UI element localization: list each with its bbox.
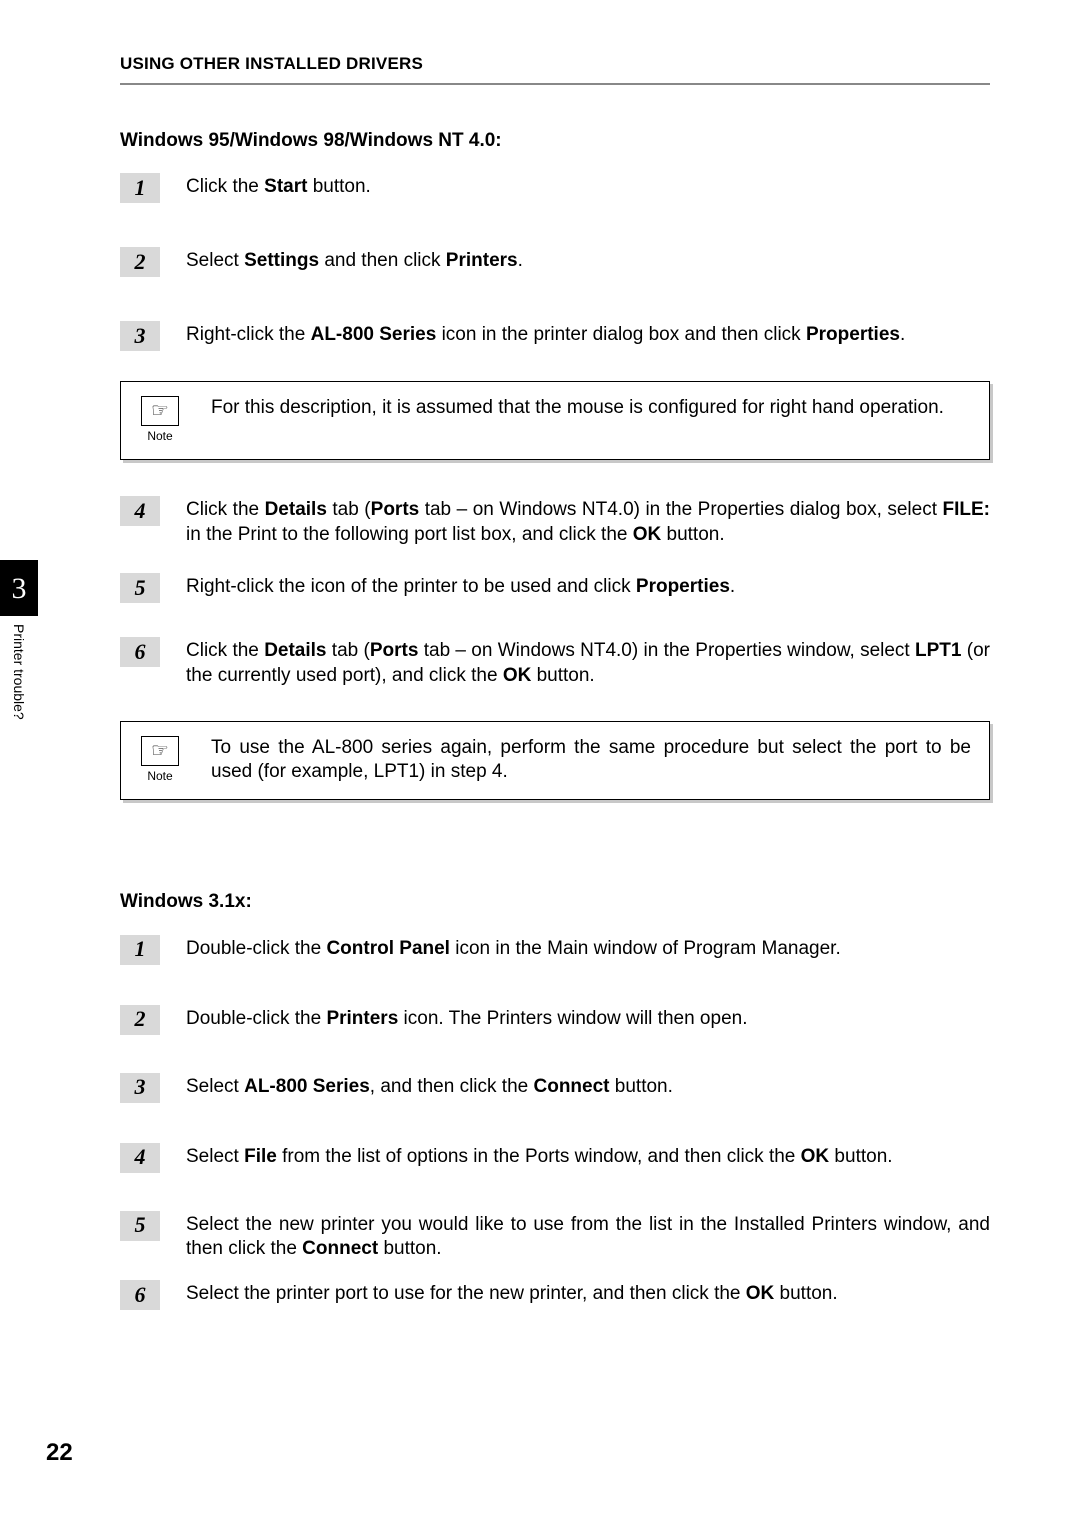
note-icon-column: ☞ Note — [135, 396, 185, 445]
step-row: 2 Double-click the Printers icon. The Pri… — [120, 1005, 990, 1035]
step-number: 1 — [120, 173, 160, 203]
note-box-reuse: ☞ Note To use the AL-800 series again, p… — [120, 721, 990, 800]
note-text: For this description, it is assumed that… — [211, 396, 971, 421]
step-number: 5 — [120, 1211, 160, 1241]
step-number: 6 — [120, 1280, 160, 1310]
step-row: 5 Right-click the icon of the printer to … — [120, 573, 990, 603]
step-text: Double-click the Printers icon. The Prin… — [186, 1005, 990, 1032]
step-text: Click the Details tab (Ports tab – on Wi… — [186, 496, 990, 547]
note-box-mouse: ☞ Note For this description, it is assum… — [120, 381, 990, 460]
step-text: Click the Details tab (Ports tab – on Wi… — [186, 637, 990, 688]
step-text: Select File from the list of options in … — [186, 1143, 990, 1170]
step-number: 4 — [120, 1143, 160, 1173]
note-text: To use the AL-800 series again, perform … — [211, 736, 971, 785]
step-row: 6 Click the Details tab (Ports tab – on W… — [120, 637, 990, 688]
note-icon-column: ☞ Note — [135, 736, 185, 785]
step-row: 2 Select Settings and then click Printers… — [120, 247, 990, 277]
step-row: 6 Select the printer port to use for the … — [120, 1280, 990, 1310]
step-row: 4 Select File from the list of options in… — [120, 1143, 990, 1173]
step-number: 3 — [120, 321, 160, 351]
step-text: Double-click the Control Panel icon in t… — [186, 935, 990, 962]
step-row: 3 Right-click the AL-800 Series icon in t… — [120, 321, 990, 351]
step-number: 6 — [120, 637, 160, 667]
step-row: 5 Select the new printer you would like t… — [120, 1211, 990, 1262]
section-heading-win31x: Windows 3.1x: — [120, 890, 990, 915]
step-text: Select Settings and then click Printers. — [186, 247, 990, 274]
step-text: Right-click the icon of the printer to b… — [186, 573, 990, 600]
step-number: 1 — [120, 935, 160, 965]
note-label: Note — [147, 429, 172, 445]
step-text: Right-click the AL-800 Series icon in th… — [186, 321, 990, 348]
note-icon: ☞ — [141, 396, 179, 426]
step-number: 5 — [120, 573, 160, 603]
page-number: 22 — [46, 1437, 73, 1468]
section-heading-win9x: Windows 95/Windows 98/Windows NT 4.0: — [120, 129, 990, 154]
step-text: Select the new printer you would like to… — [186, 1211, 990, 1262]
step-text: Select the printer port to use for the n… — [186, 1280, 990, 1307]
step-row: 1 Double-click the Control Panel icon in … — [120, 935, 990, 965]
step-row: 3 Select AL-800 Series, and then click th… — [120, 1073, 990, 1103]
note-icon: ☞ — [141, 736, 179, 766]
step-row: 4 Click the Details tab (Ports tab – on W… — [120, 496, 990, 547]
step-text: Select AL-800 Series, and then click the… — [186, 1073, 990, 1100]
page-header-rule: USING OTHER INSTALLED DRIVERS — [120, 52, 990, 85]
step-text: Click the Start button. — [186, 173, 990, 200]
step-number: 2 — [120, 1005, 160, 1035]
step-row: 1 Click the Start button. — [120, 173, 990, 203]
step-number: 2 — [120, 247, 160, 277]
page-header-title: USING OTHER INSTALLED DRIVERS — [120, 54, 423, 73]
step-number: 3 — [120, 1073, 160, 1103]
note-label: Note — [147, 769, 172, 785]
step-number: 4 — [120, 496, 160, 526]
